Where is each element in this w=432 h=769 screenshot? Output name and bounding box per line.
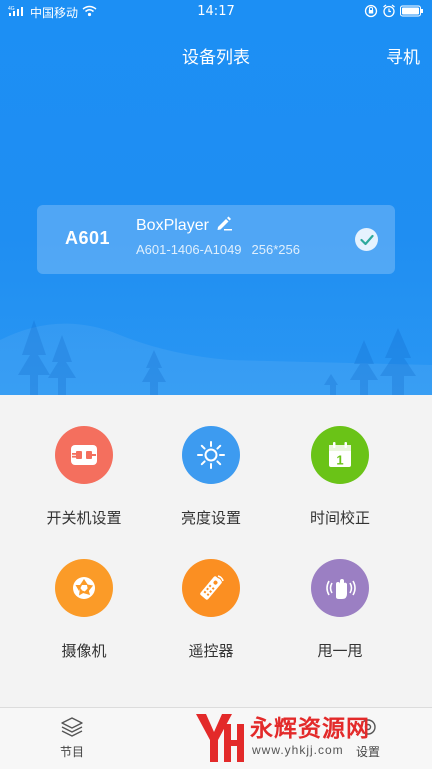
brightness-settings-item[interactable]: 亮度设置 [146,426,276,528]
grid-label: 时间校正 [309,509,370,527]
find-device-button[interactable]: 寻机 [386,43,420,68]
grid-label: 遥控器 [188,642,234,660]
power-plug-icon [55,426,113,484]
sun-icon [182,426,240,484]
grid-label: 开关机设置 [46,509,122,527]
device-name: BoxPlayer [136,216,209,234]
lock-rotation-icon [364,4,378,21]
grid-label: 亮度设置 [180,509,241,527]
device-id: A601 [65,228,111,248]
calendar-icon: 1 [311,426,369,484]
alarm-icon [382,4,396,21]
watermark-text: 永辉资源网 [250,716,370,742]
watermark-url: www.yhkjj.com [252,743,344,757]
camera-item[interactable]: 摄像机 [19,559,149,661]
tab-label: 节目 [59,745,84,759]
battery-icon [400,5,424,20]
device-name-row: BoxPlayer [136,215,233,236]
scenery-decoration [0,320,432,395]
grid-label: 甩一甩 [317,642,363,660]
check-icon[interactable] [355,228,378,251]
layers-icon [22,716,122,741]
status-right [364,4,424,21]
shake-item[interactable]: 甩一甩 [275,559,405,661]
page-title: 设备列表 [182,48,250,68]
feature-grid: 开关机设置 亮度设置 1 时间校正 摄像机 遥控器 甩一甩 [0,395,432,707]
time-correction-item[interactable]: 1 时间校正 [275,426,405,528]
svg-text:1: 1 [336,453,343,468]
edit-icon[interactable] [215,215,233,236]
shake-icon [311,559,369,617]
watermark-logo [196,714,244,762]
remote-control-icon [182,559,240,617]
remote-control-item[interactable]: 遥控器 [146,559,276,661]
device-info: A601-1406-A1049 256*256 [136,242,300,257]
device-serial: A601-1406-A1049 [136,242,242,257]
grid-label: 摄像机 [61,642,107,660]
header-area: 4G 中国移动 14:17 设备列表 寻机 A601 BoxPlayer A60… [0,0,432,395]
device-card[interactable]: A601 BoxPlayer A601-1406-A1049 256*256 [37,205,395,274]
status-bar: 4G 中国移动 14:17 [0,0,432,24]
device-resolution: 256*256 [251,242,300,257]
camera-aperture-icon [55,559,113,617]
power-settings-item[interactable]: 开关机设置 [19,426,149,528]
watermark: 永辉资源网 www.yhkjj.com [190,708,432,768]
tab-programs[interactable]: 节目 [22,716,122,760]
